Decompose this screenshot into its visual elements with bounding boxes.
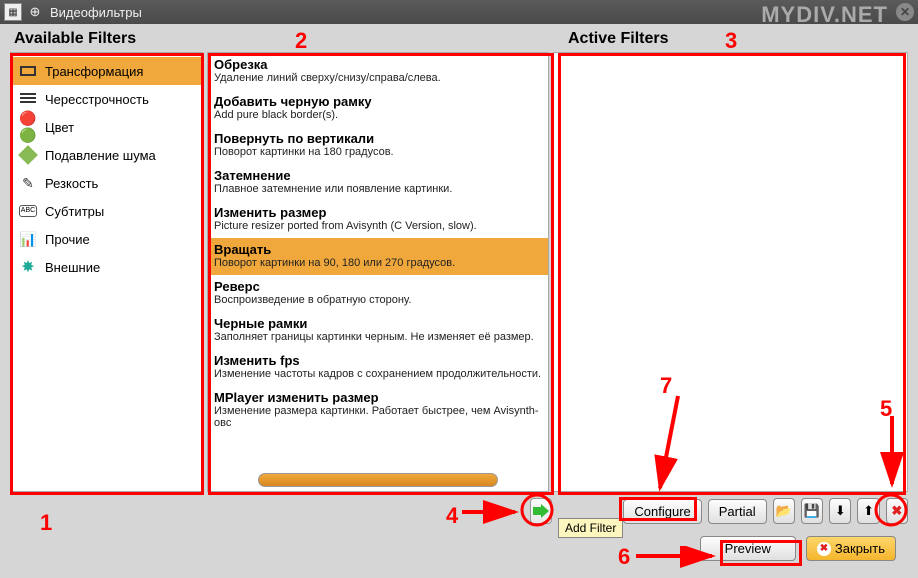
sidebar-item-label: Трансформация [45,64,143,79]
sub-icon: ABC [19,202,37,220]
add-filter-button[interactable] [530,498,552,524]
filter-title: Реверс [214,279,542,294]
filter-desc: Изменение размера картинки. Работает быс… [214,405,542,429]
plus-arrow-icon [532,502,550,520]
filter-item[interactable]: ЗатемнениеПлавное затемнение или появлен… [208,164,548,201]
preview-button[interactable]: Preview [700,536,796,561]
filter-title: Повернуть по вертикали [214,131,542,146]
interlace-icon [19,90,37,108]
filter-item[interactable]: Изменить размерPicture resizer ported fr… [208,201,548,238]
titlebar: ▦ ⊕ Видеофильтры ✕ [0,0,918,24]
sidebar-item-label: Внешние [45,260,100,275]
color-icon: 🔴🟢 [19,118,37,136]
window-close-button[interactable]: ✕ [896,3,914,21]
sidebar-item-label: Подавление шума [45,148,156,163]
column-headers: Available Filters Active Filters [10,30,908,48]
noise-icon [19,146,37,164]
bottom-bar: Preview ✖ Закрыть [10,536,908,561]
floppy-icon: 💾 [804,503,820,519]
filter-title: Затемнение [214,168,542,183]
misc-icon: 📊 [19,230,37,248]
filter-desc: Воспроизведение в обратную сторону. [214,294,542,306]
remove-x-icon: ✖ [891,503,902,519]
mid-toolbar: Add Filter Configure Partial 📂 💾 ⬇ ⬆ ✖ [10,498,908,524]
horizontal-scrollbar[interactable] [258,473,498,487]
filter-item[interactable]: ОбрезкаУдаление линий сверху/снизу/справ… [208,53,548,90]
close-button[interactable]: ✖ Закрыть [806,536,896,561]
filter-item[interactable]: MPlayer изменить размерИзменение размера… [208,386,548,435]
active-filters-header: Active Filters [210,30,908,48]
sidebar-item-label: Цвет [45,120,74,135]
filter-item[interactable]: Повернуть по вертикалиПоворот картинки н… [208,127,548,164]
arrow-up-icon: ⬆ [863,503,874,519]
filter-title: Черные рамки [214,316,542,331]
sidebar-item-interlace[interactable]: Чересстрочность [11,85,202,113]
filter-item[interactable]: Черные рамкиЗаполняет границы картинки ч… [208,312,548,349]
sidebar-item-label: Резкость [45,176,98,191]
filter-item[interactable]: РеверсВоспроизведение в обратную сторону… [208,275,548,312]
filter-title: Обрезка [214,57,542,72]
move-up-button[interactable]: ⬆ [857,498,879,524]
save-button[interactable]: 💾 [801,498,823,524]
sidebar-item-label: Субтитры [45,204,104,219]
window-title: Видеофильтры [50,5,896,20]
filter-title: Изменить размер [214,205,542,220]
configure-button[interactable]: Configure [623,499,701,524]
sidebar-item-sharp[interactable]: ✎ Резкость [11,169,202,197]
sidebar-item-ext[interactable]: ✸ Внешние [11,253,202,281]
titlebar-plus-icon[interactable]: ⊕ [26,3,44,21]
folder-open-icon: 📂 [776,503,792,519]
available-filters-header: Available Filters [10,30,210,48]
filter-desc: Удаление линий сверху/снизу/справа/слева… [214,72,542,84]
arrow-down-icon: ⬇ [835,503,846,519]
filter-desc: Плавное затемнение или появление картинк… [214,183,542,195]
filter-item[interactable]: ВращатьПоворот картинки на 90, 180 или 2… [208,238,548,275]
sidebar-item-sub[interactable]: ABC Субтитры [11,197,202,225]
filter-title: Изменить fps [214,353,542,368]
open-button[interactable]: 📂 [773,498,795,524]
move-down-button[interactable]: ⬇ [829,498,851,524]
app-icon: ▦ [4,3,22,21]
active-filters-panel [553,52,908,492]
add-filter-tooltip: Add Filter [558,518,623,538]
filter-item[interactable]: Добавить черную рамкуAdd pure black bord… [208,90,548,127]
sidebar-item-color[interactable]: 🔴🟢 Цвет [11,113,202,141]
ext-icon: ✸ [19,258,37,276]
sidebar-item-misc[interactable]: 📊 Прочие [11,225,202,253]
filter-title: MPlayer изменить размер [214,390,542,405]
filter-title: Вращать [214,242,542,257]
filter-desc: Поворот картинки на 90, 180 или 270 град… [214,257,542,269]
filter-desc: Заполняет границы картинки черным. Не из… [214,331,542,343]
filter-list: ОбрезкаУдаление линий сверху/снизу/справ… [207,52,549,492]
sharp-icon: ✎ [19,174,37,192]
filter-desc: Add pure black border(s). [214,109,542,121]
filter-desc: Picture resizer ported from Avisynth (C … [214,220,542,232]
partial-button[interactable]: Partial [708,499,767,524]
sidebar-item-label: Прочие [45,232,90,247]
close-x-icon: ✖ [817,542,831,556]
sidebar-item-noise[interactable]: Подавление шума [11,141,202,169]
category-sidebar: Трансформация Чересстрочность 🔴🟢 Цвет Подавл… [10,52,203,492]
transform-icon [19,62,37,80]
sidebar-item-label: Чересстрочность [45,92,149,107]
filter-title: Добавить черную рамку [214,94,542,109]
filter-item[interactable]: Изменить fpsИзменение частоты кадров с с… [208,349,548,386]
remove-button[interactable]: ✖ [886,498,908,524]
sidebar-item-transform[interactable]: Трансформация [11,57,202,85]
filter-desc: Поворот картинки на 180 градусов. [214,146,542,158]
filter-desc: Изменение частоты кадров с сохранением п… [214,368,542,380]
